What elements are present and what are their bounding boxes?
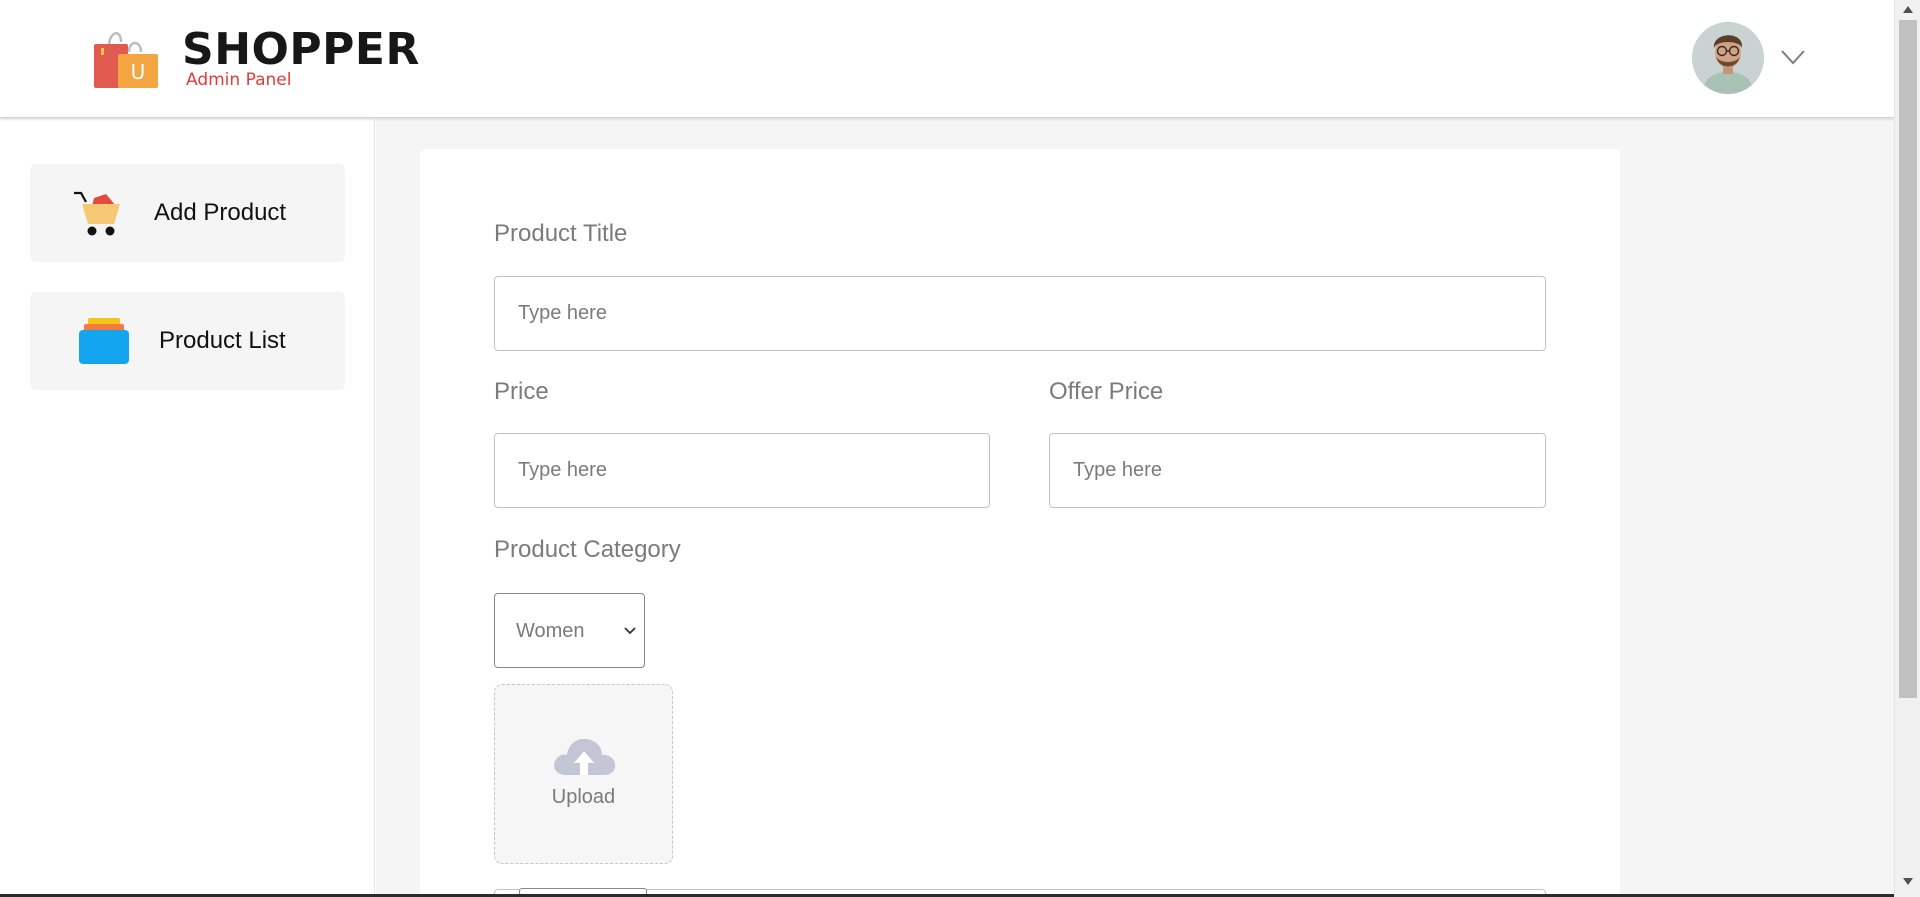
image-upload-area[interactable]: Upload [494, 684, 673, 864]
offer-price-label: Offer Price [1049, 378, 1164, 405]
sidebar-item-label: Product List [159, 327, 286, 354]
product-category-select[interactable]: Women [494, 593, 645, 668]
category-selected-value: Women [516, 620, 585, 642]
stack-icon [79, 318, 129, 364]
cart-icon [74, 191, 120, 236]
brand-subtitle: Admin Panel [186, 70, 292, 90]
upload-label: Upload [551, 786, 616, 808]
scroll-up-arrow-icon[interactable] [1903, 6, 1913, 13]
product-title-input[interactable] [494, 276, 1546, 351]
add-product-form: Product Title Price Offer Price Product … [420, 149, 1620, 897]
svg-text:U: U [131, 60, 146, 84]
chevron-down-icon [624, 627, 636, 635]
price-input[interactable] [494, 433, 990, 508]
vertical-scrollbar[interactable] [1894, 0, 1920, 897]
avatar-image [1692, 22, 1764, 94]
navbar: U SHOPPER Admin Panel [0, 0, 1894, 118]
scroll-down-arrow-icon[interactable] [1903, 878, 1913, 885]
sidebar-item-label: Add Product [154, 199, 287, 226]
price-label: Price [494, 378, 549, 405]
chevron-down-icon[interactable] [1780, 46, 1806, 68]
admin-page: U SHOPPER Admin Panel Add Product Produc… [0, 0, 1920, 897]
sidebar-item-product-list[interactable]: Product List [30, 292, 345, 390]
sidebar: Add Product Product List [0, 119, 375, 897]
offer-price-input[interactable] [1049, 433, 1546, 508]
scrollbar-thumb[interactable] [1899, 20, 1917, 698]
sidebar-item-add-product[interactable]: Add Product [30, 164, 345, 262]
main-content: Product Title Price Offer Price Product … [376, 119, 1894, 897]
brand-name: SHOPPER [182, 24, 420, 75]
user-avatar[interactable] [1692, 22, 1764, 94]
product-title-label: Product Title [494, 220, 628, 247]
cloud-upload-icon [554, 738, 616, 775]
product-category-label: Product Category [494, 536, 681, 563]
shopping-bag-icon: U [94, 32, 158, 88]
